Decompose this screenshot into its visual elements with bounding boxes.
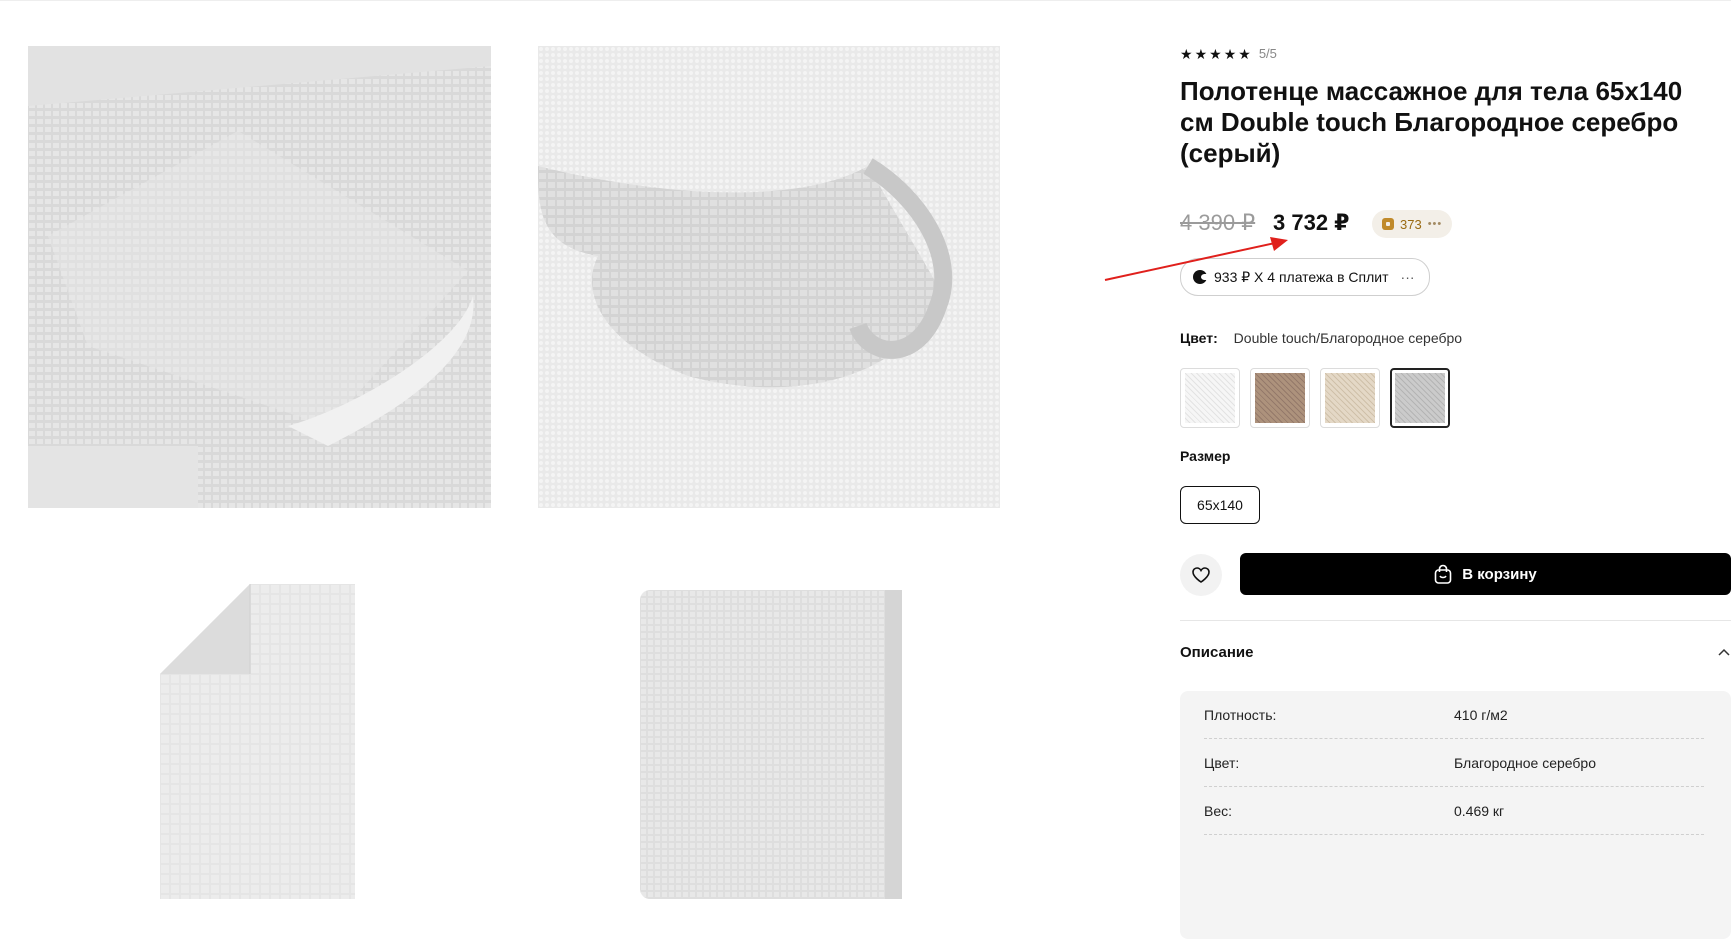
top-border [0,0,1731,1]
swatch-image [1325,373,1375,423]
specifications-table: Плотность: 410 г/м2 Цвет: Благородное се… [1180,691,1731,939]
divider [1180,620,1731,621]
swatch-image [1185,373,1235,423]
heart-icon [1192,567,1210,583]
star-icon: ★ [1238,45,1251,62]
star-icon: ★ [1209,45,1222,62]
shopping-bag-icon [1434,564,1452,584]
color-row: Цвет: Double touch/Благородное серебро [1180,330,1462,346]
product-photo-towel-stack[interactable] [640,590,902,899]
color-swatch-brown[interactable] [1250,368,1310,428]
product-photo-towel-flat[interactable] [160,584,355,899]
spec-key: Плотность: [1204,707,1277,723]
spec-key: Вес: [1204,803,1233,819]
star-icon: ★ [1194,45,1208,62]
chevron-up-icon[interactable] [1718,648,1730,656]
product-photo-towel-closeup[interactable] [538,46,1000,508]
spec-divider [1204,834,1704,835]
spec-value: Благородное серебро [1454,755,1596,771]
more-dots-icon: ••• [1427,218,1443,230]
spec-row: Плотность: 410 г/м2 [1204,691,1731,739]
rating-value: 5/5 [1258,46,1277,61]
spec-key: Цвет: [1204,755,1240,771]
swatch-image [1255,373,1305,423]
product-title-line: (серый) [1180,138,1281,168]
size-label: Размер [1180,448,1231,464]
split-more: ··· [1400,269,1415,285]
favorite-button[interactable] [1180,554,1222,596]
rating: ★ ★ ★ ★ ★ 5/5 [1180,46,1277,61]
color-value: Double touch/Благородное серебро [1233,330,1463,346]
color-label: Цвет: [1180,330,1218,346]
bonus-badge[interactable]: 373 ••• [1372,210,1453,238]
swatch-image [1395,373,1445,423]
size-option[interactable]: 65х140 [1180,486,1260,524]
spec-value: 0.469 кг [1454,803,1505,819]
bonus-points: 373 [1400,216,1422,232]
product-title-line: см Double touch Благородное серебро [1180,107,1679,137]
description-toggle[interactable]: Описание [1180,644,1253,661]
spec-row: Вес: 0.469 кг [1204,787,1731,835]
red-annotation-arrow [1104,237,1288,281]
product-title: Полотенце массажное для тела 65х140 см D… [1180,76,1731,169]
product-photo-folded-towel[interactable] [28,46,491,508]
spec-value: 410 г/м2 [1454,707,1508,723]
star-icon: ★ [1180,45,1193,62]
color-swatch-beige[interactable] [1320,368,1380,428]
add-to-cart-label: В корзину [1462,565,1537,583]
star-icon: ★ [1223,45,1237,62]
product-title-line: Полотенце массажное для тела 65х140 [1180,76,1683,106]
add-to-cart-button[interactable]: В корзину [1240,553,1731,595]
color-swatch-silver[interactable] [1390,368,1450,428]
spec-row: Цвет: Благородное серебро [1204,739,1731,787]
color-swatch-white[interactable] [1180,368,1240,428]
bonus-icon [1382,218,1394,230]
